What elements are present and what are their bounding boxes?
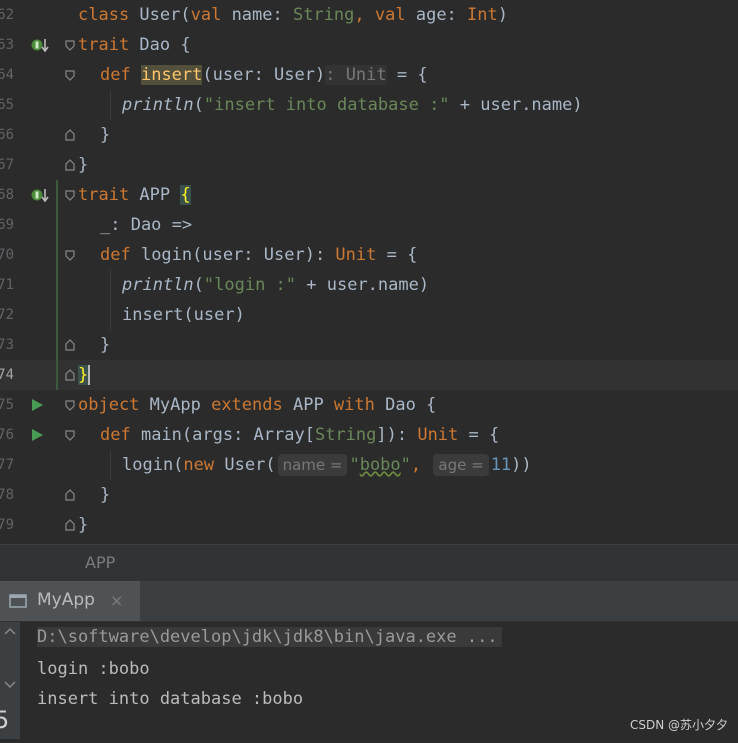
- code-text: def login(user: User): Unit = {: [100, 245, 418, 265]
- code-line[interactable]: 79 }: [0, 510, 738, 540]
- code-line[interactable]: 73 }: [0, 330, 738, 360]
- code-line[interactable]: 67 }: [0, 150, 738, 180]
- breadcrumb[interactable]: APP: [0, 544, 738, 581]
- tab-myapp[interactable]: MyApp ×: [0, 581, 140, 621]
- code-line[interactable]: 76 def main(args: Array[String]): Unit =…: [0, 420, 738, 450]
- line-number: 73: [0, 337, 14, 353]
- console-toolbar: 5: [0, 622, 20, 739]
- console-line: insert into database :bobo: [37, 689, 304, 709]
- code-text: object MyApp extends APP with Dao {: [78, 395, 437, 415]
- fold-icon[interactable]: [65, 249, 75, 261]
- code-text: }: [100, 335, 111, 355]
- code-line[interactable]: 69 _: Dao =>: [0, 210, 738, 240]
- code-line[interactable]: 63 trait Dao {: [0, 30, 738, 60]
- code-line[interactable]: 75 object MyApp extends APP with Dao {: [0, 390, 738, 420]
- code-line[interactable]: 66 }: [0, 120, 738, 150]
- watermark: CSDN @苏小夕夕: [629, 718, 728, 732]
- code-line-current[interactable]: 74 }: [0, 360, 738, 390]
- fold-icon[interactable]: [65, 369, 75, 381]
- line-number: 78: [0, 487, 14, 503]
- code-line[interactable]: 70 def login(user: User): Unit = {: [0, 240, 738, 270]
- line-number: 62: [0, 7, 14, 23]
- text-caret: [88, 365, 91, 385]
- console-tab-icon: [9, 594, 27, 608]
- code-text: println("insert into database :" + user.…: [122, 95, 583, 115]
- code-editor[interactable]: 62 class User(val name: String, val age:…: [0, 0, 738, 544]
- run-icon[interactable]: [30, 420, 46, 450]
- console-line: D:\software\develop\jdk\jdk8\bin\java.ex…: [37, 622, 502, 652]
- line-number: 69: [0, 217, 14, 233]
- console-line: login :bobo: [37, 659, 150, 679]
- line-number: 68: [0, 187, 14, 203]
- line-number: 65: [0, 97, 14, 113]
- code-line[interactable]: 68 trait APP {: [0, 180, 738, 210]
- implemented-marker-icon[interactable]: [30, 30, 50, 60]
- fold-icon[interactable]: [65, 129, 75, 141]
- code-text: def insert(user: User): Unit = {: [100, 65, 428, 85]
- fold-icon[interactable]: [65, 189, 75, 201]
- code-text: login(new User(name = "bobo", age = 11)): [122, 454, 532, 476]
- fold-icon[interactable]: [65, 489, 75, 501]
- code-text: }: [78, 515, 89, 535]
- line-number: 67: [0, 157, 14, 173]
- code-text: trait Dao {: [78, 35, 191, 55]
- run-icon[interactable]: [30, 390, 46, 420]
- line-number: 63: [0, 37, 14, 53]
- fold-icon[interactable]: [65, 519, 75, 531]
- line-number: 76: [0, 427, 14, 443]
- implemented-marker-icon[interactable]: [30, 180, 50, 210]
- line-number: 79: [0, 517, 14, 533]
- line-number: 75: [0, 397, 14, 413]
- fold-icon[interactable]: [65, 339, 75, 351]
- breadcrumb-item[interactable]: APP: [85, 553, 115, 572]
- run-console[interactable]: 5 D:\software\develop\jdk\jdk8\bin\java.…: [0, 622, 738, 739]
- code-line[interactable]: 78 }: [0, 480, 738, 510]
- line-number: 64: [0, 67, 14, 83]
- code-text: }: [100, 485, 111, 505]
- line-number: 71: [0, 277, 14, 293]
- change-marker: [56, 180, 58, 390]
- run-tool-window-tabs: MyApp ×: [0, 581, 738, 622]
- code-line[interactable]: 64 def insert(user: User): Unit = {: [0, 60, 738, 90]
- fold-icon[interactable]: [65, 399, 75, 411]
- fold-icon[interactable]: [65, 429, 75, 441]
- code-text: }: [100, 125, 111, 145]
- param-hint-name: name =: [277, 454, 348, 476]
- fold-icon[interactable]: [65, 39, 75, 51]
- fold-icon[interactable]: [65, 69, 75, 81]
- line-number: 72: [0, 307, 14, 323]
- code-text: trait APP {: [78, 185, 191, 205]
- code-text: _: Dao =>: [100, 215, 193, 235]
- side-digit: 5: [0, 706, 10, 734]
- code-text: println("login :" + user.name): [122, 275, 430, 295]
- fold-icon[interactable]: [65, 159, 75, 171]
- code-text: }: [78, 365, 91, 385]
- code-line[interactable]: 62 class User(val name: String, val age:…: [0, 0, 738, 30]
- code-text: insert(user): [122, 305, 245, 325]
- tab-title: MyApp: [37, 590, 95, 610]
- code-text: def main(args: Array[String]): Unit = {: [100, 425, 500, 445]
- line-number: 66: [0, 127, 14, 143]
- code-text: }: [78, 155, 89, 175]
- code-text: class User(val name: String, val age: In…: [78, 5, 508, 25]
- indent-guide: [110, 270, 111, 330]
- indent-guide: [110, 90, 111, 120]
- line-number: 74: [0, 367, 14, 383]
- line-number: 77: [0, 457, 14, 473]
- close-tab-icon[interactable]: ×: [110, 591, 123, 610]
- indent-guide: [110, 450, 111, 480]
- line-number: 70: [0, 247, 14, 263]
- param-hint-age: age =: [433, 454, 489, 476]
